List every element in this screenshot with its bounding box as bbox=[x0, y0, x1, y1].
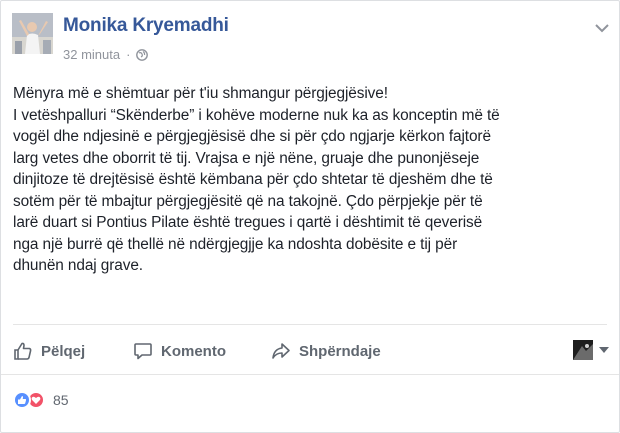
post-card: Monika Kryemadhi 32 minuta · Mënyra më e… bbox=[0, 0, 620, 433]
post-timestamp[interactable]: 32 minuta bbox=[63, 47, 120, 62]
author-name[interactable]: Monika Kryemadhi bbox=[63, 15, 229, 37]
post-as-selector[interactable] bbox=[573, 340, 609, 360]
comment-bubble-icon bbox=[134, 343, 152, 360]
divider bbox=[1, 374, 619, 375]
like-reaction-icon bbox=[13, 391, 31, 409]
like-label: Pëlqej bbox=[41, 342, 86, 360]
thumbs-up-icon bbox=[14, 342, 32, 360]
meta-separator: · bbox=[126, 47, 131, 62]
reaction-count[interactable]: 85 bbox=[53, 392, 69, 408]
divider bbox=[13, 324, 607, 325]
post-text-line: dinjitoze të drejtësisë është këmbana pë… bbox=[13, 171, 493, 188]
share-button[interactable]: Shpërndaje bbox=[271, 334, 381, 368]
author-avatar[interactable] bbox=[12, 13, 53, 54]
post-text-line: Mënyra më e shëmtuar për t'iu shmangur p… bbox=[13, 85, 388, 102]
post-text-line: vogël dhe ndjesinë e përgjegjësisë dhe s… bbox=[13, 128, 491, 145]
comment-button[interactable]: Komento bbox=[133, 334, 226, 368]
reactions-summary[interactable]: 85 bbox=[13, 391, 69, 409]
post-text-line: larë duart si Pontius Pilate është tregu… bbox=[13, 214, 483, 231]
post-text-line: nga një burrë që thellë në ndërgjegjje k… bbox=[13, 235, 458, 253]
post-text-line: larg vetes dhe oborrit të tij. Vrajsa e … bbox=[13, 149, 480, 167]
post-text-line: sotëm për të mbajtur përgjegjësitë që na… bbox=[13, 192, 483, 210]
post-meta: 32 minuta · bbox=[63, 47, 149, 62]
share-arrow-icon bbox=[272, 343, 290, 359]
post-text: Mënyra më e shëmtuar për t'iu shmangur p… bbox=[13, 83, 613, 277]
post-actions-bar: Pëlqej Komento Shpërndaje bbox=[13, 334, 609, 368]
like-button[interactable]: Pëlqej bbox=[13, 334, 85, 368]
post-text-line: dhunën ndaj grave. bbox=[13, 257, 143, 274]
post-text-line: I vetëshpalluri “Skënderbe” i kohëve mod… bbox=[13, 106, 500, 124]
comment-label: Komento bbox=[161, 342, 226, 360]
post-options-chevron-icon[interactable] bbox=[595, 23, 609, 33]
caret-down-icon bbox=[599, 347, 609, 353]
globe-icon[interactable] bbox=[136, 48, 149, 61]
share-label: Shpërndaje bbox=[299, 342, 381, 360]
page-avatar bbox=[573, 340, 593, 360]
